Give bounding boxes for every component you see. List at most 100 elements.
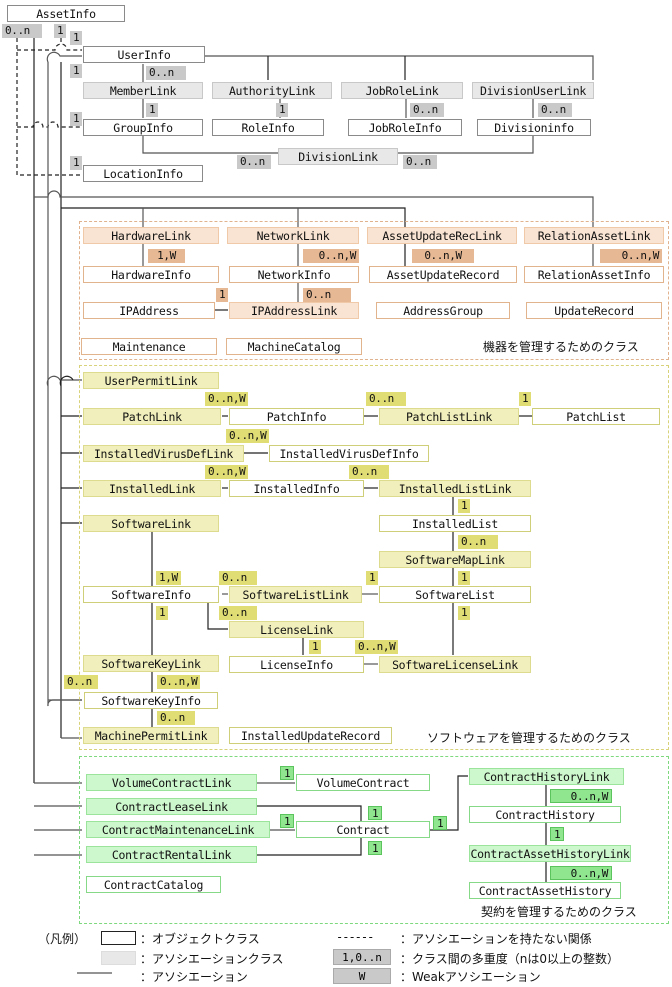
- contract-multiplicity-right: 1: [433, 816, 448, 830]
- address-group-class[interactable]: AddressGroup: [376, 302, 510, 319]
- ip-address-class[interactable]: IPAddress: [83, 302, 215, 319]
- job-role-info-class[interactable]: JobRoleInfo: [348, 119, 462, 136]
- contract-maintenance-link-class[interactable]: ContractMaintenanceLink: [86, 821, 270, 838]
- volume-contract-link-class[interactable]: VolumeContractLink: [86, 774, 257, 791]
- software-info-class[interactable]: SoftwareInfo: [83, 586, 219, 603]
- license-info-class[interactable]: LicenseInfo: [229, 656, 364, 673]
- installed-link-class[interactable]: InstalledLink: [83, 480, 221, 497]
- software-list-link-multiplicity: 0..n: [219, 571, 257, 585]
- job-role-link-multiplicity: 0..n: [410, 103, 444, 117]
- license-info-multiplicity: 1: [309, 640, 322, 654]
- job-role-link-class[interactable]: JobRoleLink: [341, 82, 463, 99]
- installed-update-record-class[interactable]: InstalledUpdateRecord: [229, 727, 392, 744]
- contract-history-link-class[interactable]: ContractHistoryLink: [469, 768, 624, 785]
- relation-asset-link-class[interactable]: RelationAssetLink: [524, 227, 664, 244]
- hardware-info-class[interactable]: HardwareInfo: [83, 266, 219, 283]
- contract-group-label: 契約を管理するためのクラス: [481, 905, 637, 919]
- software-group-label: ソフトウェアを管理するためのクラス: [427, 731, 631, 745]
- contract-multiplicity-bottom: 1: [368, 841, 383, 855]
- user-info-class[interactable]: UserInfo: [83, 46, 205, 63]
- machine-permit-link-multiplicity: 0..n: [157, 711, 195, 725]
- hardware-link-multiplicity: 1,W: [148, 249, 185, 263]
- installed-list-link-class[interactable]: InstalledListLink: [379, 480, 531, 497]
- group-info-multiplicity: 1: [70, 112, 83, 126]
- update-record-class[interactable]: UpdateRecord: [526, 302, 662, 319]
- contract-asset-history-class[interactable]: ContractAssetHistory: [469, 882, 621, 899]
- asset-info-multiplicity-left: 0..n: [2, 24, 42, 38]
- patch-list-class[interactable]: PatchList: [532, 408, 660, 425]
- asset-info-multiplicity-right: 1: [54, 24, 67, 38]
- asset-update-record-class[interactable]: AssetUpdateRecord: [369, 266, 517, 283]
- division-link-class[interactable]: DivisionLink: [278, 148, 398, 165]
- installed-list-multiplicity: 1: [458, 499, 471, 513]
- software-info-multiplicity-bottom: 1: [156, 606, 169, 620]
- software-map-link-multiplicity: 0..n: [458, 535, 498, 549]
- network-link-multiplicity: 0..n,W: [303, 249, 359, 263]
- division-link-multiplicity-right: 0..n: [403, 155, 437, 169]
- division-user-link-class[interactable]: DivisionUserLink: [472, 82, 594, 99]
- contract-asset-history-link-class[interactable]: ContractAssetHistoryLink: [469, 845, 631, 862]
- software-license-link-class[interactable]: SoftwareLicenseLink: [379, 656, 531, 673]
- group-info-class[interactable]: GroupInfo: [83, 119, 203, 136]
- legend-association-class-text: ：アソシエーションクラス: [140, 952, 284, 966]
- division-link-multiplicity-left: 0..n: [237, 155, 271, 169]
- legend-weak-text: ：Weakアソシエーション: [400, 970, 541, 984]
- software-list-link-class[interactable]: SoftwareListLink: [229, 586, 362, 603]
- user-info-multiplicity: 1: [70, 31, 83, 45]
- location-info-class[interactable]: LocationInfo: [83, 165, 203, 182]
- software-map-link-class[interactable]: SoftwareMapLink: [379, 551, 531, 568]
- software-list-class[interactable]: SoftwareList: [379, 586, 531, 603]
- software-key-info-class[interactable]: SoftwareKeyInfo: [84, 692, 218, 709]
- volume-contract-class[interactable]: VolumeContract: [296, 774, 430, 791]
- legend-dashed-sample: ------: [336, 930, 374, 944]
- maintenance-class[interactable]: Maintenance: [81, 338, 217, 355]
- machine-catalog-class[interactable]: MachineCatalog: [226, 338, 362, 355]
- hardware-link-class[interactable]: HardwareLink: [83, 227, 219, 244]
- authority-link-class[interactable]: AuthorityLink: [212, 82, 332, 99]
- patch-list-link-multiplicity: 0..n: [366, 392, 406, 406]
- member-link-class[interactable]: MemberLink: [83, 82, 203, 99]
- network-info-class[interactable]: NetworkInfo: [229, 266, 359, 283]
- ip-address-multiplicity: 1: [216, 288, 229, 302]
- location-info-multiplicity: 1: [70, 156, 83, 170]
- contract-asset-history-multiplicity: 0..n,W: [550, 866, 612, 880]
- ip-address-link-class[interactable]: IPAddressLink: [229, 302, 359, 319]
- software-link-class[interactable]: SoftwareLink: [83, 515, 219, 532]
- license-link-class[interactable]: LicenseLink: [229, 621, 364, 638]
- contract-catalog-class[interactable]: ContractCatalog: [86, 876, 221, 893]
- user-info-multiplicity-below: 1: [70, 64, 83, 78]
- installed-virus-def-info-class[interactable]: InstalledVirusDefInfo: [269, 445, 429, 462]
- division-user-link-multiplicity: 0..n: [538, 103, 572, 117]
- installed-info-class[interactable]: InstalledInfo: [229, 480, 364, 497]
- asset-info-class[interactable]: AssetInfo: [7, 5, 125, 22]
- patch-link-multiplicity: 0..n,W: [205, 392, 249, 406]
- contract-history-class[interactable]: ContractHistory: [469, 806, 621, 823]
- legend-object-class-text: ：オブジェクトクラス: [140, 932, 260, 946]
- contract-rental-link-class[interactable]: ContractRentalLink: [86, 846, 257, 863]
- division-info-class[interactable]: Divisioninfo: [477, 119, 591, 136]
- asset-update-rec-link-class[interactable]: AssetUpdateRecLink: [367, 227, 517, 244]
- role-info-class[interactable]: RoleInfo: [212, 119, 324, 136]
- patch-info-class[interactable]: PatchInfo: [229, 408, 364, 425]
- legend-object-class-swatch: [101, 931, 136, 945]
- installed-list-link-multiplicity: 0..n: [349, 465, 389, 479]
- patch-link-class[interactable]: PatchLink: [83, 408, 221, 425]
- relation-asset-info-class[interactable]: RelationAssetInfo: [524, 266, 664, 283]
- installed-virus-def-link-class[interactable]: InstalledVirusDefLink: [83, 445, 244, 462]
- user-permit-link-class[interactable]: UserPermitLink: [83, 372, 219, 389]
- software-list-multiplicity-bottom: 1: [458, 606, 471, 620]
- patch-list-link-class[interactable]: PatchListLink: [379, 408, 519, 425]
- contract-lease-link-class[interactable]: ContractLeaseLink: [86, 798, 257, 815]
- software-info-multiplicity-top: 1,W: [156, 571, 181, 585]
- legend-association-text: ：アソシエーション: [140, 970, 248, 984]
- software-key-link-class[interactable]: SoftwareKeyLink: [83, 655, 219, 672]
- contract-history-multiplicity: 0..n,W: [550, 789, 612, 803]
- member-link-multiplicity-bottom: 1: [146, 103, 159, 117]
- installed-list-class[interactable]: InstalledList: [379, 515, 531, 532]
- legend-association-class-swatch: [101, 951, 136, 965]
- legend-no-association-text: ：アソシエーションを持たない関係: [400, 932, 592, 946]
- contract-class[interactable]: Contract: [296, 821, 430, 838]
- network-link-class[interactable]: NetworkLink: [227, 227, 359, 244]
- machine-permit-link-class[interactable]: MachinePermitLink: [83, 727, 219, 744]
- installed-link-multiplicity: 0..n,W: [205, 465, 249, 479]
